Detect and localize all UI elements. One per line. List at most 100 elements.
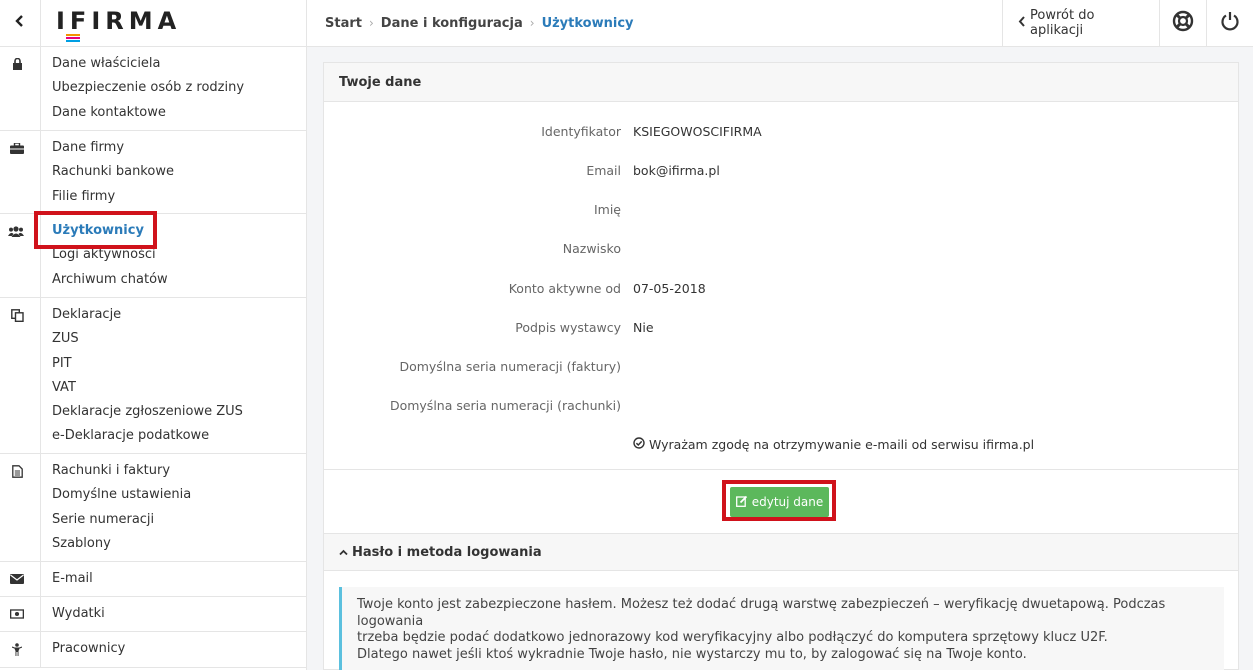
- sidebar-group-icon-cell: [0, 298, 41, 453]
- sidebar-item-dane-wlasciciela[interactable]: Dane właściciela: [0, 52, 306, 76]
- user-data-panel: Twoje dane Identyfikator KSIEGOWOSCIFIRM…: [323, 62, 1239, 670]
- envelope-icon: [10, 572, 24, 586]
- field-row: Domyślna seria numeracji (faktury): [324, 359, 1240, 379]
- sidebar-item-rachunki-faktury[interactable]: Rachunki i faktury: [0, 459, 306, 483]
- field-value: Nie: [633, 320, 654, 335]
- sidebar-item-rachunki-bankowe[interactable]: Rachunki bankowe: [0, 160, 306, 184]
- sidebar-group-users: Użytkownicy Logi aktywności Archiwum cha…: [0, 214, 306, 298]
- info-line: Dlatego nawet jeśli ktoś wykradnie Twoje…: [357, 646, 1027, 662]
- field-row: Domyślna seria numeracji (rachunki): [324, 398, 1240, 418]
- field-row: Imię: [324, 202, 1240, 222]
- password-login-section-toggle[interactable]: Hasło i metoda logowania: [324, 533, 1238, 571]
- copy-icon: [10, 308, 24, 322]
- sidebar-item-serie-numeracji[interactable]: Serie numeracji: [0, 508, 306, 532]
- info-line: trzeba będzie podać dodatkowo jednorazow…: [357, 630, 1108, 645]
- edit-data-button[interactable]: edytuj dane: [730, 487, 829, 517]
- sidebar-group-icon-cell: [0, 454, 41, 561]
- field-row: Podpis wystawcy Nie: [324, 320, 1240, 340]
- edit-icon: [735, 495, 752, 510]
- sidebar-group-icon-cell: [0, 214, 41, 297]
- chevron-left-icon: [15, 15, 25, 31]
- logo-accent: [66, 34, 80, 42]
- field-label: Domyślna seria numeracji (rachunki): [389, 398, 621, 413]
- email-consent: Wyrażam zgodę na otrzymywanie e-maili od…: [633, 437, 1034, 452]
- email-consent-text: Wyrażam zgodę na otrzymywanie e-maili od…: [649, 437, 1035, 452]
- sidebar-item-dane-kontaktowe[interactable]: Dane kontaktowe: [0, 101, 306, 125]
- sidebar-item-zus[interactable]: ZUS: [0, 327, 306, 351]
- sidebar-item-wydatki[interactable]: Wydatki: [0, 602, 306, 626]
- logout-button[interactable]: [1206, 0, 1253, 46]
- sidebar-group-declarations: Deklaracje ZUS PIT VAT Deklaracje zgłosz…: [0, 298, 306, 454]
- ifirma-logo[interactable]: IFIRMA: [56, 7, 182, 42]
- field-row: Email bok@ifirma.pl: [324, 163, 1240, 183]
- lock-icon: [10, 57, 24, 71]
- person-icon: [10, 642, 24, 656]
- sidebar-item-dane-firmy[interactable]: Dane firmy: [0, 136, 306, 160]
- field-value: 07-05-2018: [633, 281, 706, 296]
- field-label: Identyfikator: [541, 124, 621, 139]
- sidebar-group-owner: Dane właściciela Ubezpieczenie osób z ro…: [0, 47, 306, 131]
- sidebar-group-icon-cell: [0, 562, 41, 596]
- edit-data-label: edytuj dane: [751, 495, 824, 509]
- sidebar-item-pracownicy[interactable]: Pracownicy: [0, 637, 306, 661]
- lifebuoy-icon: [1172, 10, 1194, 36]
- sidebar-item-uzytkownicy[interactable]: Użytkownicy: [0, 219, 306, 243]
- sidebar-item-domyslne-ustawienia[interactable]: Domyślne ustawienia: [0, 483, 306, 507]
- sidebar-group-employees: Pracownicy: [0, 632, 306, 668]
- back-to-app-link[interactable]: Powrót do aplikacji: [1002, 0, 1159, 46]
- chevron-right-icon: ›: [529, 16, 535, 30]
- chevron-right-icon: ›: [368, 16, 374, 30]
- sidebar-item-ubezpieczenie[interactable]: Ubezpieczenie osób z rodziny: [0, 76, 306, 100]
- sidebar: Dane właściciela Ubezpieczenie osób z ro…: [0, 47, 307, 670]
- field-row: Nazwisko: [324, 241, 1240, 261]
- breadcrumb-config[interactable]: Dane i konfiguracja: [381, 16, 523, 31]
- top-right-actions: Powrót do aplikacji: [1002, 0, 1253, 46]
- divider: [324, 469, 1238, 470]
- field-label: Email: [586, 163, 621, 178]
- field-label: Podpis wystawcy: [515, 320, 621, 335]
- field-label: Konto aktywne od: [508, 281, 621, 296]
- sidebar-item-logi-aktywnosci[interactable]: Logi aktywności: [0, 243, 306, 267]
- back-to-app-label: Powrót do aplikacji: [1030, 8, 1095, 38]
- breadcrumb: Start › Dane i konfiguracja › Użytkownic…: [325, 0, 634, 46]
- sidebar-item-archiwum-chatow[interactable]: Archiwum chatów: [0, 268, 306, 292]
- field-label: Nazwisko: [562, 241, 621, 256]
- sidebar-item-e-deklaracje[interactable]: e-Deklaracje podatkowe: [0, 424, 306, 448]
- sidebar-item-deklaracje[interactable]: Deklaracje: [0, 303, 306, 327]
- top-bar: IFIRMA Start › Dane i konfiguracja › Uży…: [0, 0, 1253, 47]
- sidebar-item-filie-firmy[interactable]: Filie firmy: [0, 185, 306, 209]
- chevron-left-icon: [1018, 15, 1030, 31]
- document-icon: [10, 464, 24, 478]
- security-info-box: Twoje konto jest zabezpieczone hasłem. M…: [339, 587, 1224, 670]
- logo-text: IFIRMA: [56, 7, 182, 35]
- info-line: Twoje konto jest zabezpieczone hasłem. M…: [357, 597, 1166, 629]
- breadcrumb-current: Użytkownicy: [541, 15, 634, 31]
- sidebar-item-deklaracje-zgloszeniowe[interactable]: Deklaracje zgłoszeniowe ZUS: [0, 400, 306, 424]
- sidebar-group-email: E-mail: [0, 562, 306, 597]
- sidebar-group-icon-cell: [0, 47, 41, 130]
- briefcase-icon: [10, 141, 24, 155]
- field-row: Identyfikator KSIEGOWOSCIFIRMA: [324, 124, 1240, 144]
- breadcrumb-start[interactable]: Start: [325, 16, 362, 31]
- users-icon: [8, 224, 24, 238]
- sidebar-group-invoices: Rachunki i faktury Domyślne ustawienia S…: [0, 454, 306, 562]
- divider: [306, 0, 307, 46]
- sidebar-group-company: Dane firmy Rachunki bankowe Filie firmy: [0, 131, 306, 214]
- sidebar-group-icon-cell: [0, 632, 41, 667]
- power-icon: [1220, 11, 1240, 35]
- field-row: Konto aktywne od 07-05-2018: [324, 281, 1240, 301]
- chevron-up-icon: [339, 545, 352, 560]
- sidebar-group-icon-cell: [0, 597, 41, 631]
- sidebar-group-icon-cell: [0, 131, 41, 213]
- sidebar-group-expenses: Wydatki: [0, 597, 306, 632]
- check-circle-icon: [633, 437, 649, 452]
- money-icon: [10, 607, 24, 621]
- field-label: Imię: [593, 202, 621, 217]
- field-label: Domyślna seria numeracji (faktury): [399, 359, 621, 374]
- help-button[interactable]: [1159, 0, 1206, 46]
- sidebar-item-email[interactable]: E-mail: [0, 567, 306, 591]
- sidebar-item-szablony[interactable]: Szablony: [0, 532, 306, 556]
- sidebar-item-vat[interactable]: VAT: [0, 376, 306, 400]
- sidebar-item-pit[interactable]: PIT: [0, 352, 306, 376]
- collapse-sidebar-button[interactable]: [0, 0, 41, 46]
